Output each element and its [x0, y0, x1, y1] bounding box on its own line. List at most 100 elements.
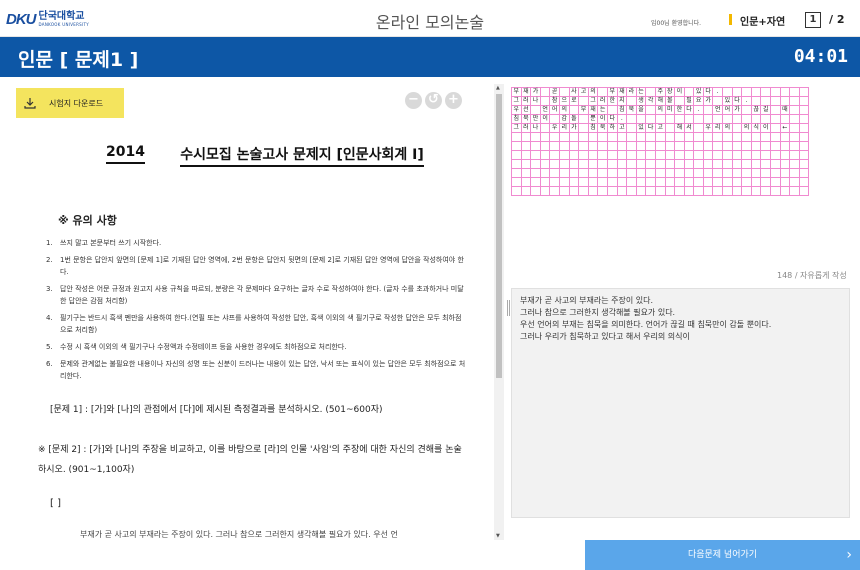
- manuscript-cell: 다: [606, 114, 618, 124]
- manuscript-cell: [750, 186, 762, 196]
- manuscript-cell: [712, 159, 724, 169]
- scroll-down-icon[interactable]: ▼: [496, 533, 500, 539]
- manuscript-row: [511, 186, 810, 196]
- download-exam-button[interactable]: 시험지 다운로드: [16, 88, 124, 118]
- manuscript-row: [511, 159, 810, 169]
- manuscript-cell: 침: [511, 114, 522, 124]
- zoom-reset-button[interactable]: ↺: [425, 92, 442, 109]
- manuscript-cell: 다: [731, 96, 743, 106]
- notice-number: 4.: [46, 314, 53, 322]
- zoom-in-button[interactable]: +: [445, 92, 462, 109]
- manuscript-cell: [798, 150, 810, 160]
- manuscript-cell: [760, 96, 772, 106]
- manuscript-cell: 어: [549, 105, 560, 115]
- manuscript-cell: 장: [664, 87, 676, 97]
- manuscript-row: 그러나 참으로 그러한지 생각해볼 필요가 있다.: [511, 96, 810, 106]
- manuscript-cell: [722, 114, 733, 124]
- manuscript-cell: [712, 96, 724, 106]
- manuscript-cell: 해: [654, 96, 666, 106]
- manuscript-cell: 가: [731, 105, 743, 115]
- manuscript-cell: [770, 159, 781, 169]
- notice-number: 3.: [46, 285, 53, 293]
- answer-line: 우선 언어의 부재는 침묵을 의미한다. 언어가 끊길 때 침묵만이 감돌 뿐이…: [520, 320, 772, 329]
- scroll-up-icon[interactable]: ▲: [496, 85, 500, 91]
- manuscript-cell: [741, 186, 752, 196]
- manuscript-cell: [760, 150, 772, 160]
- manuscript-cell: [626, 141, 637, 151]
- answer-textarea[interactable]: 부재가 곧 사고의 부재라는 주장이 있다. 그러나 참으로 그러한지 생각해볼…: [511, 288, 850, 518]
- manuscript-cell: [731, 177, 743, 187]
- manuscript-cell: 요: [693, 96, 704, 106]
- manuscript-grid-table: 부재가 곧 사고의 부재라는 주장이 있다.그러나 참으로 그러한지 생각해볼 …: [511, 87, 810, 196]
- manuscript-cell: [683, 186, 695, 196]
- manuscript-cell: [635, 132, 647, 142]
- manuscript-cell: [568, 132, 580, 142]
- manuscript-cell: [750, 96, 762, 106]
- manuscript-cell: [760, 114, 772, 124]
- manuscript-cell: [578, 186, 589, 196]
- manuscript-cell: 의: [558, 105, 570, 115]
- manuscript-cell: [693, 177, 704, 187]
- manuscript-cell: [770, 141, 781, 151]
- manuscript-cell: [511, 177, 522, 187]
- answer-bracket: [ ]: [50, 498, 61, 509]
- exam-document-viewer[interactable]: 시험지 다운로드 − ↺ + 2014 수시모집 논술고사 문제지 [인문사회계…: [10, 84, 494, 540]
- manuscript-cell: [578, 114, 589, 124]
- question-banner: 인문 [ 문제1 ] 04:01: [0, 37, 860, 77]
- manuscript-cell: 식: [750, 123, 762, 133]
- manuscript-cell: [587, 159, 599, 169]
- manuscript-cell: [539, 87, 551, 97]
- manuscript-cell: 가: [702, 96, 714, 106]
- manuscript-cell: 그: [511, 96, 522, 106]
- zoom-out-button[interactable]: −: [405, 92, 422, 109]
- manuscript-cell: [511, 168, 522, 178]
- download-icon: [24, 98, 36, 109]
- answer-line: 그러나 참으로 그러한지 생각해볼 필요가 있다.: [520, 308, 676, 317]
- document-scrollbar[interactable]: ▲ ▼: [494, 84, 504, 540]
- manuscript-cell: [606, 168, 618, 178]
- notice-item: 4. 필기구는 반드시 흑색 펜만을 사용하여 한다.(연필 또는 샤프를 사용…: [46, 312, 466, 336]
- manuscript-cell: [789, 141, 800, 151]
- manuscript-cell: [741, 105, 752, 115]
- manuscript-cell: [702, 186, 714, 196]
- notice-item: 1. 쓰지 말고 본문부터 쓰기 시작한다.: [46, 237, 466, 249]
- manuscript-cell: 가: [568, 123, 580, 133]
- manuscript-cell: [789, 123, 800, 133]
- manuscript-cell: [549, 168, 560, 178]
- manuscript-cell: 부: [606, 87, 618, 97]
- manuscript-cell: 서: [683, 123, 695, 133]
- manuscript-cell: [626, 186, 637, 196]
- manuscript-cell: [645, 87, 656, 97]
- manuscript-cell: [702, 150, 714, 160]
- manuscript-cell: [779, 141, 791, 151]
- manuscript-cell: [750, 150, 762, 160]
- manuscript-cell: [731, 87, 743, 97]
- manuscript-cell: [731, 186, 743, 196]
- next-question-button[interactable]: 다음문제 넘어가기 ›: [585, 540, 860, 570]
- manuscript-cell: 한: [606, 96, 618, 106]
- manuscript-cell: [635, 177, 647, 187]
- manuscript-row: [511, 150, 810, 160]
- manuscript-cell: [654, 177, 666, 187]
- manuscript-cell: [760, 159, 772, 169]
- manuscript-cell: [693, 132, 704, 142]
- manuscript-cell: [530, 150, 541, 160]
- panel-resize-handle[interactable]: [507, 300, 510, 316]
- manuscript-cell: 어: [722, 105, 733, 115]
- download-exam-label: 시험지 다운로드: [49, 98, 104, 108]
- manuscript-cell: [626, 114, 637, 124]
- manuscript-cell: [511, 159, 522, 169]
- exam-title: 수시모집 논술고사 문제지 [인문사회계 Ⅰ]: [10, 144, 494, 167]
- manuscript-cell: [741, 150, 752, 160]
- manuscript-cell: [760, 132, 772, 142]
- manuscript-cell: 을: [635, 105, 647, 115]
- scrollbar-thumb[interactable]: [496, 94, 502, 378]
- manuscript-cell: [770, 105, 781, 115]
- manuscript-cell: [702, 168, 714, 178]
- manuscript-cell: [568, 168, 580, 178]
- manuscript-cell: [702, 159, 714, 169]
- manuscript-cell: [664, 123, 676, 133]
- current-page-indicator: 1: [805, 12, 821, 28]
- manuscript-cell: [654, 141, 666, 151]
- manuscript-cell: [722, 168, 733, 178]
